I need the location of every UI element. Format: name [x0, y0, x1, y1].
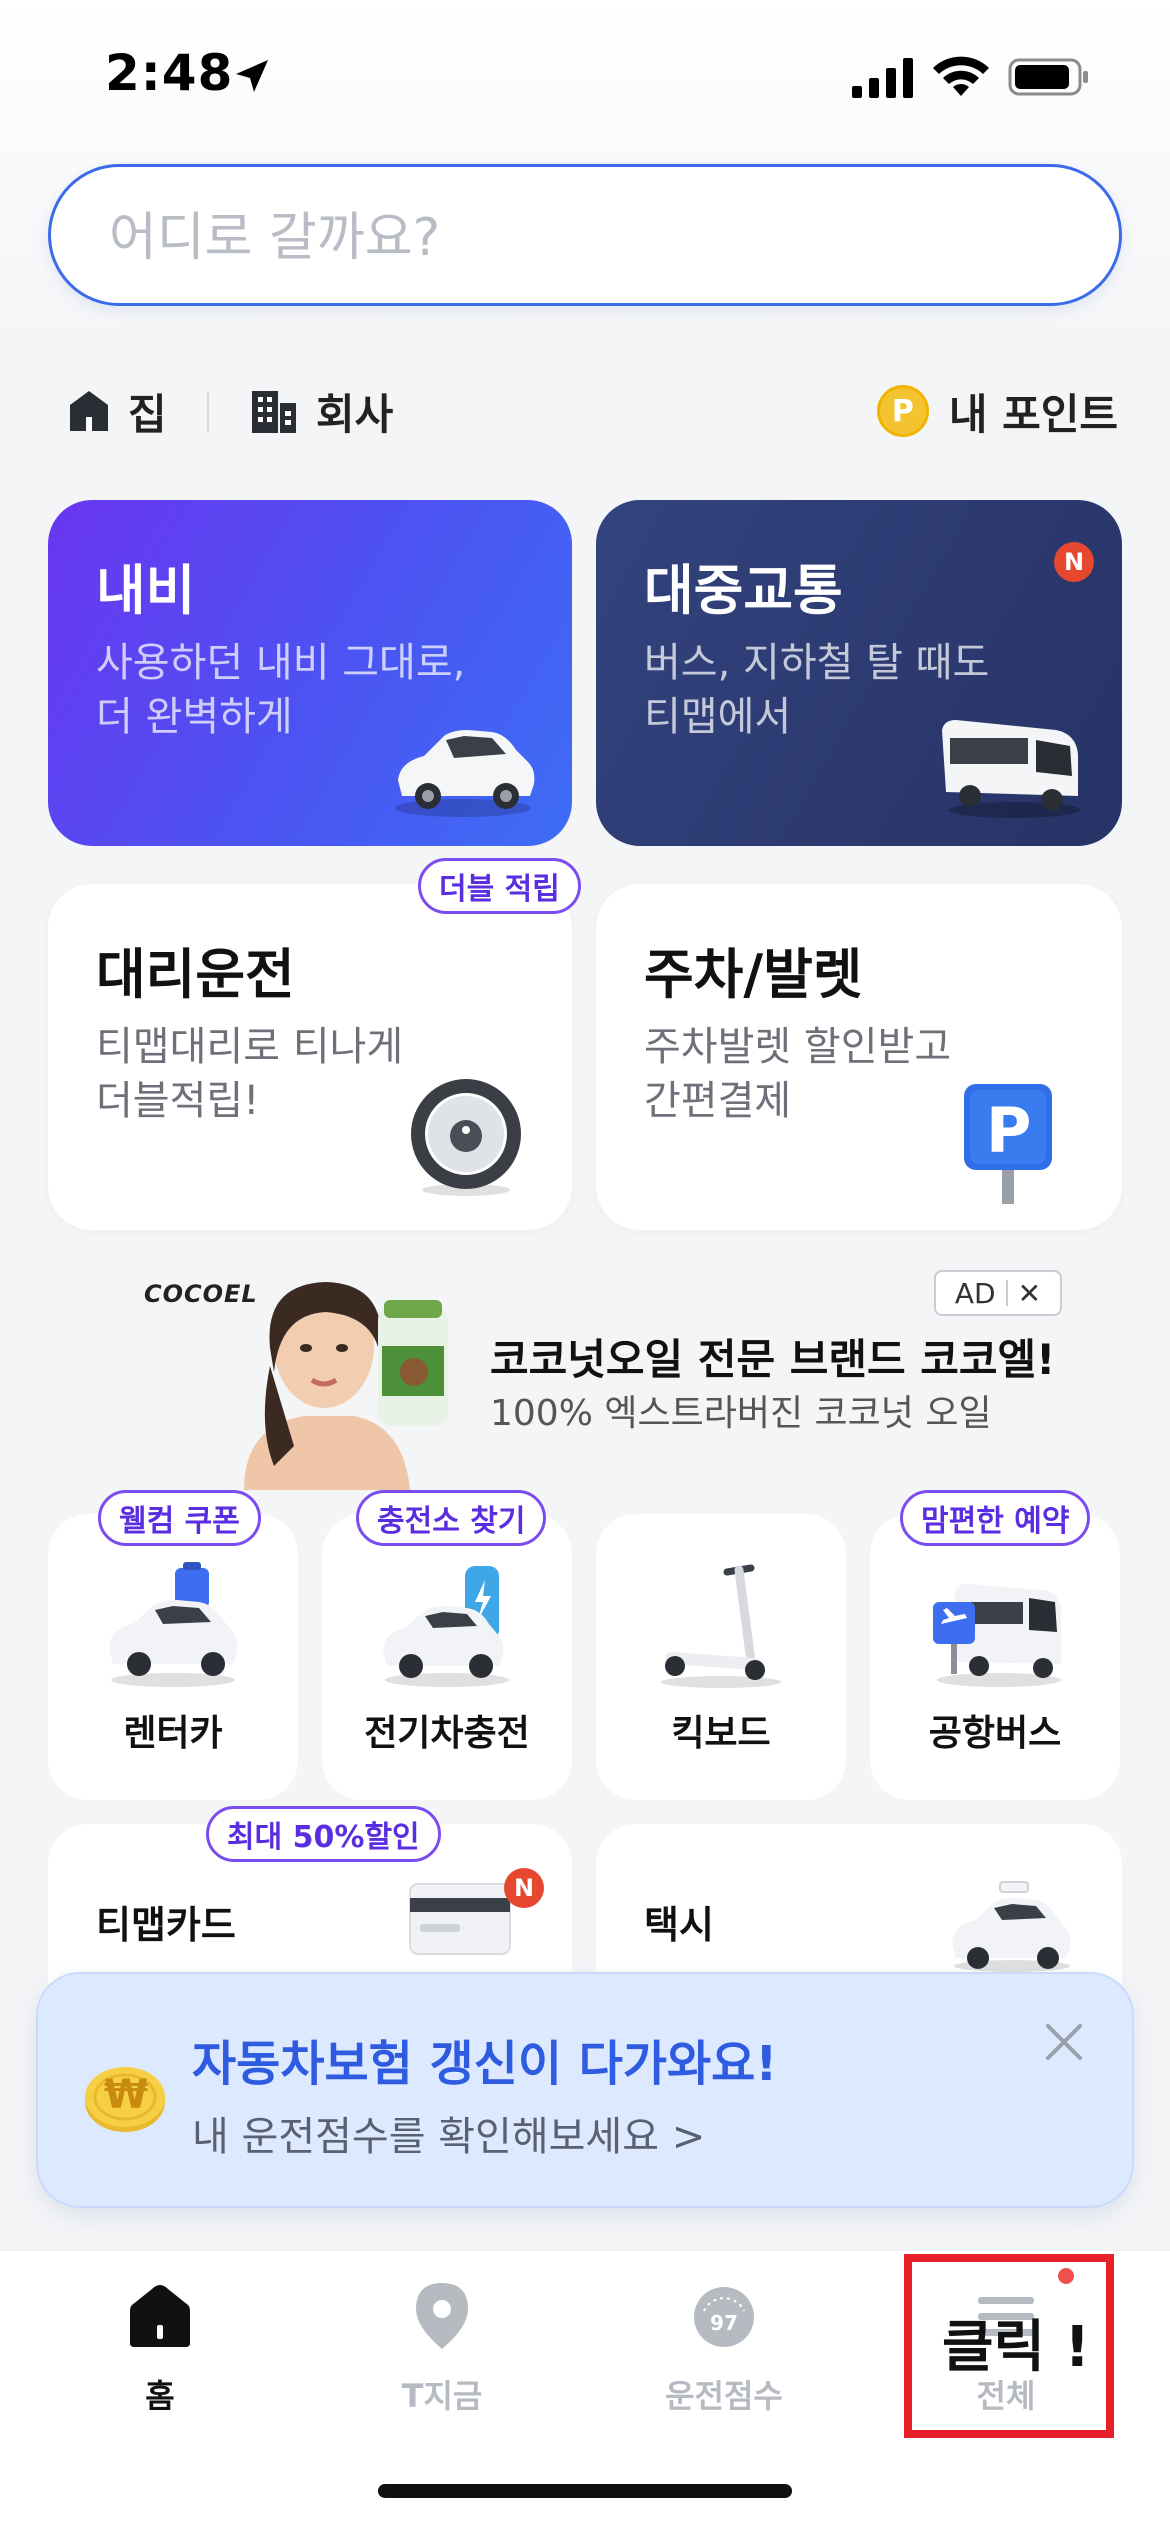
card-label: 택시: [644, 1903, 714, 1947]
location-pin-icon: [416, 2283, 468, 2349]
card-navigation[interactable]: 내비 사용하던 내비 그대로, 더 완벽하게: [48, 500, 572, 846]
battery-icon: [1008, 58, 1088, 96]
card-parking-valet[interactable]: 주차/발렛 주차발렛 할인받고 간편결제 P: [596, 884, 1122, 1230]
service-rental-car[interactable]: 렌터카: [48, 1514, 298, 1800]
service-label: 전기차충전: [364, 1713, 530, 1754]
signal-icon: [852, 58, 913, 98]
building-icon: [252, 391, 296, 433]
discount-badge: 최대 50%할인: [206, 1806, 441, 1862]
location-arrow-icon: [236, 60, 268, 92]
card-public-transit[interactable]: 대중교통 N 버스, 지하철 탈 때도 티맵에서: [596, 500, 1122, 846]
new-badge: N: [1054, 542, 1094, 582]
taxi-icon: [952, 1881, 1071, 1972]
service-label: 킥보드: [671, 1713, 771, 1754]
shortcut-home[interactable]: 집: [68, 378, 167, 444]
ad-model-photo: [244, 1282, 448, 1490]
card-title: 대리운전: [96, 943, 295, 1006]
card-title: 내비: [96, 559, 196, 622]
banner-title: 자동차보험 갱신이 다가와요!: [192, 2036, 778, 2092]
new-badge: N: [504, 1868, 544, 1908]
points-label: 내 포인트: [948, 389, 1118, 439]
shortcut-work[interactable]: 회사: [250, 378, 393, 444]
ad-banner[interactable]: COCOEL AD ✕ 코코넛오일 전문 브랜드 코코엘! 100% 엑스트라버…: [48, 1260, 1122, 1490]
my-points-button[interactable]: P 내 포인트: [876, 378, 1118, 444]
card-label: 티맵카드: [96, 1903, 236, 1947]
home-icon: [130, 2285, 190, 2347]
card-title: 주차/발렛: [644, 943, 863, 1006]
airport-bus-icon: [933, 1584, 1061, 1687]
rental-car-icon: [109, 1562, 238, 1687]
service-kickboard[interactable]: 킥보드: [596, 1514, 846, 1800]
ad-tag[interactable]: AD ✕: [934, 1270, 1062, 1316]
ad-subtitle: 100% 엑스트라버진 코코넛 오일: [490, 1393, 992, 1434]
credit-card-icon: [409, 1883, 511, 1955]
ad-label: AD: [954, 1276, 996, 1310]
status-bar: 2:48: [0, 0, 1170, 150]
wifi-icon: [933, 56, 989, 96]
driving-score-value: 97: [710, 2311, 738, 2335]
search-box[interactable]: [48, 164, 1122, 306]
kickboard-icon: [661, 1564, 781, 1688]
service-label: 공항버스: [928, 1713, 1062, 1754]
card-designated-driver[interactable]: 대리운전 티맵대리로 티나게 더블적립!: [48, 884, 572, 1230]
find-charger-badge: 충전소 찾기: [356, 1490, 547, 1546]
click-annotation-text: 클릭 !: [942, 2315, 1091, 2380]
car-icon: [395, 730, 535, 817]
tab-label: T지금: [401, 2377, 483, 2415]
service-ev-charging[interactable]: 전기차충전: [322, 1514, 572, 1800]
home-icon: [70, 391, 108, 431]
welcome-coupon-badge: 웰컴 쿠폰: [98, 1490, 261, 1546]
service-label: 렌터카: [123, 1713, 223, 1754]
steering-wheel-icon: [411, 1079, 521, 1196]
status-time: 2:48: [105, 44, 234, 102]
service-airport-bus[interactable]: 공항버스: [870, 1514, 1120, 1800]
bus-icon: [942, 720, 1080, 818]
tab-tnow[interactable]: T지금: [352, 2281, 532, 2441]
ad-title: 코코넛오일 전문 브랜드 코코엘!: [490, 1335, 1056, 1384]
insurance-banner[interactable]: ₩ 자동차보험 갱신이 다가와요! 내 운전점수를 확인해보세요 >: [36, 1972, 1134, 2208]
parking-sign-letter: P: [986, 1094, 1032, 1167]
click-highlight-box: 클릭 !: [904, 2254, 1114, 2438]
ad-close-icon[interactable]: ✕: [1018, 1277, 1041, 1310]
easy-booking-badge: 맘편한 예약: [900, 1490, 1091, 1546]
shortcut-work-label: 회사: [316, 389, 394, 439]
banner-subtitle[interactable]: 내 운전점수를 확인해보세요 >: [192, 2104, 705, 2162]
won-coin-symbol: ₩: [103, 2072, 149, 2118]
card-title: 대중교통: [644, 559, 843, 622]
tab-home[interactable]: 홈: [70, 2281, 250, 2441]
points-coin-icon: P: [876, 385, 929, 437]
double-earn-badge: 더블 적립: [418, 858, 581, 914]
tab-label: 홈: [145, 2377, 175, 2415]
search-input[interactable]: [109, 203, 1009, 273]
close-icon[interactable]: [1040, 2018, 1088, 2066]
shortcut-divider: [207, 392, 209, 432]
home-indicator: [378, 2484, 792, 2498]
tab-label: 운전점수: [665, 2377, 783, 2415]
shortcut-home-label: 집: [128, 389, 167, 439]
tab-driving-score[interactable]: 97 운전점수: [634, 2281, 814, 2441]
ev-charger-icon: [383, 1566, 509, 1687]
